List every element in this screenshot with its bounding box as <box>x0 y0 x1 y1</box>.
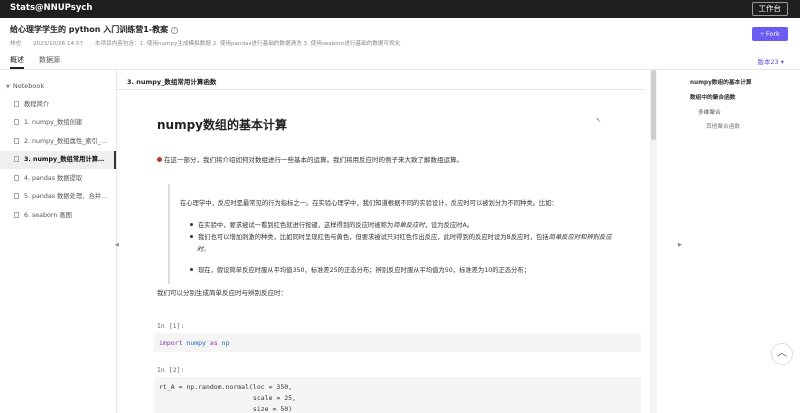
input-prompt: In [1]: <box>157 322 185 330</box>
blockquote: 在心理学中，反应时是最常见的行为指标之一。在实验心理学中，我们知道根据不同的实验… <box>168 184 638 284</box>
notebook-item[interactable]: 5. pandas 数据处理、合并... <box>0 188 116 206</box>
code-line: rt_A = np.random.normal(loc = 350, <box>159 383 293 391</box>
notebook-sidebar: ▼ Notebook 教程简介 1. numpy_数组创建 2. numpy_数组… <box>0 70 117 413</box>
notebook-header-label: Notebook <box>12 82 45 90</box>
pin-icon <box>157 157 162 162</box>
quote-list-item: 在实验中，要求被试一看到红色就进行按键，这样得到的反应时被称为简单反应时，设为反… <box>190 220 473 229</box>
document-icon <box>14 193 19 199</box>
tab-datasource[interactable]: 数据源 <box>39 55 60 65</box>
project-header: 给心理学学生的 python 入门训练营1-教案 i 林也 2023/10/26 … <box>0 18 800 51</box>
input-prompt: In [2]: <box>157 366 185 374</box>
document-icon <box>14 138 19 144</box>
project-date: 2023/10/26 14:57 <box>32 41 84 47</box>
keyword: as <box>209 339 218 347</box>
content-scrollbar[interactable] <box>650 70 657 413</box>
list-emphasis: 简单反应时和辨别反应 <box>548 234 612 241</box>
chevron-up-icon: ︿ <box>777 348 787 359</box>
list-text: ，设为反应时A。 <box>424 222 474 229</box>
document-icon <box>14 156 19 162</box>
toc-item[interactable]: 数组中的聚合函数 <box>690 92 736 101</box>
back-to-top-button[interactable]: ︿ <box>771 343 793 365</box>
list-text: 我们也可以增加刺激的种类，比如同时呈现红色与黄色，但要求被试只对红色作出反应，此… <box>198 234 549 241</box>
chevron-down-icon: ▾ <box>780 58 784 66</box>
code-line: scale = 25, <box>159 394 296 402</box>
project-summary: 本项目内容包含：1. 使用numpy生成模拟数据 2. 使用pandas进行基础… <box>94 41 401 47</box>
project-meta: 林也 2023/10/26 14:57 本项目内容包含：1. 使用numpy生成… <box>10 39 410 47</box>
caret-down-icon: ▼ <box>6 84 10 90</box>
notebook-item[interactable]: 4. pandas 数据提取 <box>0 170 116 188</box>
brand-name[interactable]: Stats@NNUPsych <box>10 3 92 13</box>
list-continuation: 时。 <box>197 246 210 253</box>
toc-item[interactable]: numpy数组的基本计算 <box>690 77 752 86</box>
project-author[interactable]: 林也 <box>10 41 21 47</box>
notebook-item-label: 3. numpy_数组常用计算函数 <box>24 156 110 163</box>
notebook-item-label: 2. numpy_数组属性_索引_... <box>24 138 108 145</box>
mouse-cursor-icon: ↖ <box>596 117 602 124</box>
bullet <box>190 268 193 271</box>
module-name: numpy <box>186 339 206 347</box>
bullet <box>190 223 193 226</box>
notebook-content: 3. numpy_数组常用计算函数 numpy数组的基本计算 在这一部分，我们将… <box>117 70 677 413</box>
intro-text: 在这一部分，我们将介绍如何对数组进行一些基本的运算。我们将用反应时的例子来大致了… <box>164 156 463 164</box>
keyword: import <box>159 339 183 347</box>
code-cell[interactable]: rt_A = np.random.normal(loc = 350, scale… <box>154 377 641 413</box>
notebook-item-label: 4. pandas 数据提取 <box>24 175 83 182</box>
bullet <box>190 235 193 238</box>
version-selector[interactable]: 版本23 ▾ <box>757 56 784 66</box>
document-icon <box>14 101 19 107</box>
workbench-button[interactable]: 工作台 <box>751 2 788 16</box>
tab-overview[interactable]: 概述 <box>10 55 24 65</box>
project-title-text: 给心理学学生的 python 入门训练营1-教案 <box>10 25 169 34</box>
collapse-right-icon[interactable]: ▶ <box>678 242 682 248</box>
paragraph: 我们可以分别生成简单反应时与辨别反应时： <box>157 289 287 297</box>
notebook-header[interactable]: ▼ Notebook <box>6 82 44 90</box>
version-label: 版本23 <box>757 58 779 66</box>
fork-icon: ⑂ <box>760 31 764 38</box>
document-icon <box>14 212 19 218</box>
quote-list-item: 现在，假设简单反应时服从平均值350，标准差25的正态分布；辨别反应时服从平均值… <box>190 265 530 274</box>
toc-item[interactable]: 多维聚合 <box>698 107 721 116</box>
quote-paragraph: 在心理学中，反应时是最常见的行为指标之一。在实验心理学中，我们知道根据不同的实验… <box>180 200 558 207</box>
fork-button[interactable]: ⑂ Fork <box>752 27 788 41</box>
active-tab-indicator <box>10 67 24 69</box>
cell-title: 3. numpy_数组常用计算函数 <box>127 78 217 86</box>
notebook-item[interactable]: 1. numpy_数组创建 <box>0 114 116 132</box>
code-cell[interactable]: import numpy as np <box>154 333 641 352</box>
list-text: 现在，假设简单反应时服从平均值350，标准差25的正态分布；辨别反应时服从平均值… <box>198 267 531 274</box>
code-line: import numpy as np <box>159 339 229 347</box>
quote-list-item: 我们也可以增加刺激的种类，比如同时呈现红色与黄色，但要求被试只对红色作出反应，此… <box>190 232 612 241</box>
intro-paragraph: 在这一部分，我们将介绍如何对数组进行一些基本的运算。我们将用反应时的例子来大致了… <box>157 154 463 164</box>
notebook-item[interactable]: 教程简介 <box>0 96 116 114</box>
notebook-item[interactable]: 6. seaborn 画图 <box>0 207 116 225</box>
top-bar: Stats@NNUPsych 工作台 <box>0 0 800 18</box>
notebook-item-label: 教程简介 <box>24 101 50 108</box>
project-tabs: 概述 数据源 版本23 ▾ <box>0 51 800 70</box>
toc-item[interactable]: 其他聚合函数 <box>706 121 740 130</box>
document-icon <box>14 175 19 181</box>
info-icon[interactable]: i <box>171 27 179 34</box>
document-icon <box>14 119 19 125</box>
scrollbar-thumb[interactable] <box>651 70 656 140</box>
section-heading: numpy数组的基本计算 <box>157 118 288 132</box>
collapse-left-icon[interactable]: ◀ <box>115 242 119 248</box>
divider <box>117 89 645 90</box>
notebook-item[interactable]: 2. numpy_数组属性_索引_... <box>0 133 116 151</box>
code-line: size = 50) <box>159 405 293 413</box>
project-title: 给心理学学生的 python 入门训练营1-教案 i <box>10 24 179 35</box>
notebook-item-label: 5. pandas 数据处理、合并... <box>24 193 108 200</box>
list-emphasis: 简单反应时 <box>393 222 425 229</box>
module-alias: np <box>221 339 230 347</box>
notebook-item-active[interactable]: 3. numpy_数组常用计算函数 <box>0 151 116 169</box>
fork-label: Fork <box>765 30 780 38</box>
notebook-item-label: 1. numpy_数组创建 <box>24 119 83 126</box>
notebook-item-label: 6. seaborn 画图 <box>24 212 72 219</box>
list-text: 在实验中，要求被试一看到红色就进行按键，这样得到的反应时被称为 <box>198 222 394 229</box>
